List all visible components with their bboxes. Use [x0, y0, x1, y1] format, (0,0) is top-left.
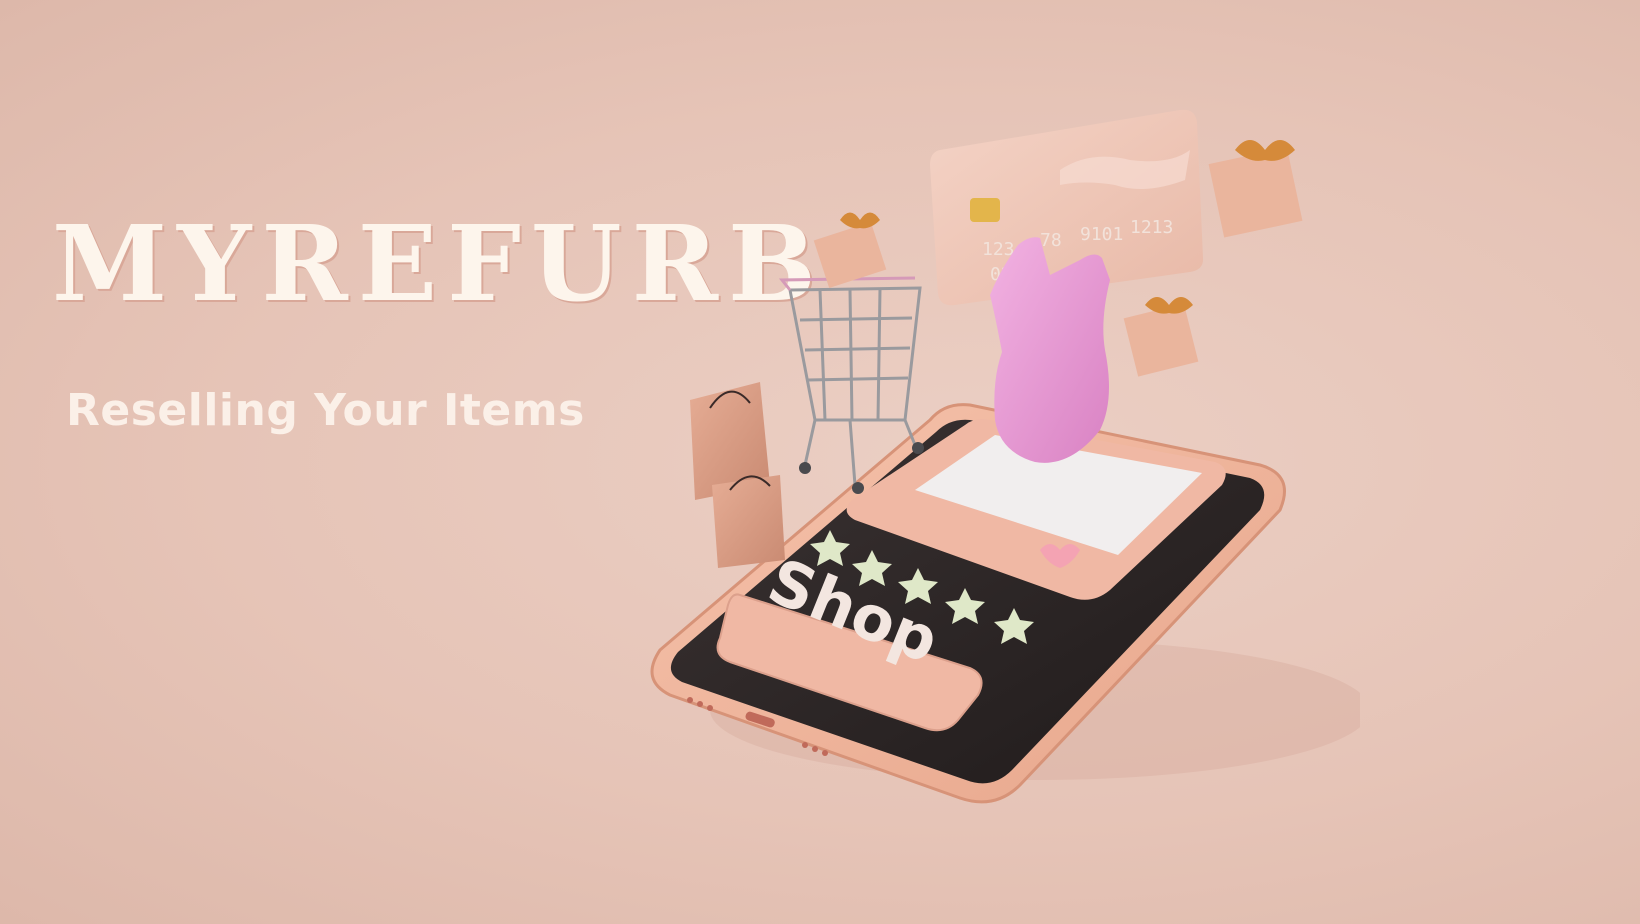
card-number-part-3: 9101: [1080, 224, 1123, 245]
card-number-part-2: 78: [1040, 230, 1062, 251]
gift-box-icon: [813, 212, 887, 289]
illustration-svg: Shop 123 78 9101 1213 02: [650, 109, 1360, 804]
card-number-part-4: 1213: [1130, 217, 1173, 238]
gift-box-icon: [1208, 140, 1303, 238]
tagline: Reselling Your Items: [66, 385, 585, 436]
card-chip: [970, 198, 1000, 222]
gift-box-icon: [1123, 297, 1199, 377]
shopping-bag-icon: [712, 475, 785, 568]
hero-banner: MYREFURB Reselling Your Items Shop 123 7…: [0, 0, 1640, 924]
shopping-illustration: Shop 123 78 9101 1213 02: [640, 90, 1360, 850]
card-number-part-1: 123: [982, 239, 1015, 260]
